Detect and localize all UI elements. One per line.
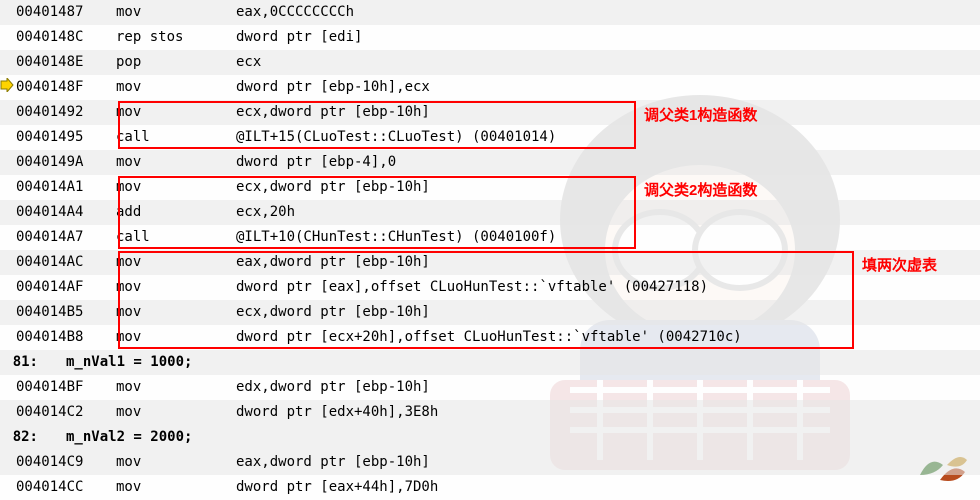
source-code-text: m_nVal1 = 1000; — [42, 350, 980, 375]
address: 0040148C — [16, 25, 116, 50]
source-line-row[interactable]: 82:m_nVal2 = 2000; — [0, 425, 980, 450]
mnemonic: rep stos — [116, 25, 236, 50]
asm-row[interactable]: 004014BFmovedx,dword ptr [ebp-10h] — [0, 375, 980, 400]
operands: ecx,dword ptr [ebp-10h] — [236, 100, 980, 125]
source-code-text: m_nVal2 = 2000; — [42, 425, 980, 450]
address: 004014C9 — [16, 450, 116, 475]
address: 004014AC — [16, 250, 116, 275]
address: 00401495 — [16, 125, 116, 150]
address: 004014AF — [16, 275, 116, 300]
operands: dword ptr [eax],offset CLuoHunTest::`vft… — [236, 275, 980, 300]
address: 004014CC — [16, 475, 116, 500]
address: 004014BF — [16, 375, 116, 400]
operands: dword ptr [ecx+20h],offset CLuoHunTest::… — [236, 325, 980, 350]
asm-row[interactable]: 004014AFmovdword ptr [eax],offset CLuoHu… — [0, 275, 980, 300]
operands: eax,dword ptr [ebp-10h] — [236, 450, 980, 475]
mnemonic: mov — [116, 100, 236, 125]
asm-row[interactable]: 00401487moveax,0CCCCCCCCh — [0, 0, 980, 25]
address: 004014A1 — [16, 175, 116, 200]
mnemonic: pop — [116, 50, 236, 75]
asm-row[interactable]: 004014ACmoveax,dword ptr [ebp-10h] — [0, 250, 980, 275]
operands: eax,0CCCCCCCCh — [236, 0, 980, 25]
asm-row[interactable]: 00401492movecx,dword ptr [ebp-10h] — [0, 100, 980, 125]
asm-row[interactable]: 004014B5movecx,dword ptr [ebp-10h] — [0, 300, 980, 325]
address: 00401487 — [16, 0, 116, 25]
address: 004014A7 — [16, 225, 116, 250]
address: 004014B5 — [16, 300, 116, 325]
address: 0040149A — [16, 150, 116, 175]
mnemonic: call — [116, 125, 236, 150]
asm-row[interactable]: 0040148Epopecx — [0, 50, 980, 75]
mnemonic: mov — [116, 375, 236, 400]
operands: eax,dword ptr [ebp-10h] — [236, 250, 980, 275]
operands: dword ptr [edi] — [236, 25, 980, 50]
asm-row[interactable]: 004014CCmovdword ptr [eax+44h],7D0h — [0, 475, 980, 500]
operands: @ILT+15(CLuoTest::CLuoTest) (00401014) — [236, 125, 980, 150]
address: 0040148F — [16, 75, 116, 100]
asm-row[interactable]: 0040148Fmovdword ptr [ebp-10h],ecx — [0, 75, 980, 100]
operands: dword ptr [ebp-10h],ecx — [236, 75, 980, 100]
asm-row[interactable]: 00401495call@ILT+15(CLuoTest::CLuoTest) … — [0, 125, 980, 150]
asm-row[interactable]: 0040149Amovdword ptr [ebp-4],0 — [0, 150, 980, 175]
address: 00401492 — [16, 100, 116, 125]
source-line-number: 81: — [0, 350, 42, 375]
operands: dword ptr [ebp-4],0 — [236, 150, 980, 175]
asm-row[interactable]: 004014A4addecx,20h — [0, 200, 980, 225]
mnemonic: mov — [116, 325, 236, 350]
mnemonic: add — [116, 200, 236, 225]
mnemonic: mov — [116, 300, 236, 325]
asm-row[interactable]: 004014C2movdword ptr [edx+40h],3E8h — [0, 400, 980, 425]
mnemonic: mov — [116, 75, 236, 100]
operands: ecx,dword ptr [ebp-10h] — [236, 175, 980, 200]
mnemonic: mov — [116, 275, 236, 300]
address: 004014C2 — [16, 400, 116, 425]
mnemonic: mov — [116, 250, 236, 275]
operands: @ILT+10(CHunTest::CHunTest) (0040100f) — [236, 225, 980, 250]
disassembly-listing[interactable]: 00401487moveax,0CCCCCCCCh0040148Crep sto… — [0, 0, 980, 500]
operands: edx,dword ptr [ebp-10h] — [236, 375, 980, 400]
operands: ecx — [236, 50, 980, 75]
mnemonic: mov — [116, 475, 236, 500]
mnemonic: mov — [116, 400, 236, 425]
mnemonic: call — [116, 225, 236, 250]
address: 004014A4 — [16, 200, 116, 225]
operands: ecx,dword ptr [ebp-10h] — [236, 300, 980, 325]
address: 0040148E — [16, 50, 116, 75]
source-line-number: 82: — [0, 425, 42, 450]
address: 004014B8 — [16, 325, 116, 350]
operands: ecx,20h — [236, 200, 980, 225]
operands: dword ptr [eax+44h],7D0h — [236, 475, 980, 500]
operands: dword ptr [edx+40h],3E8h — [236, 400, 980, 425]
mnemonic: mov — [116, 175, 236, 200]
asm-row[interactable]: 004014A7call@ILT+10(CHunTest::CHunTest) … — [0, 225, 980, 250]
asm-row[interactable]: 0040148Crep stosdword ptr [edi] — [0, 25, 980, 50]
mnemonic: mov — [116, 0, 236, 25]
mnemonic: mov — [116, 150, 236, 175]
mnemonic: mov — [116, 450, 236, 475]
asm-row[interactable]: 004014B8movdword ptr [ecx+20h],offset CL… — [0, 325, 980, 350]
source-line-row[interactable]: 81:m_nVal1 = 1000; — [0, 350, 980, 375]
asm-row[interactable]: 004014C9moveax,dword ptr [ebp-10h] — [0, 450, 980, 475]
current-line-arrow-icon — [0, 78, 14, 92]
asm-row[interactable]: 004014A1movecx,dword ptr [ebp-10h] — [0, 175, 980, 200]
